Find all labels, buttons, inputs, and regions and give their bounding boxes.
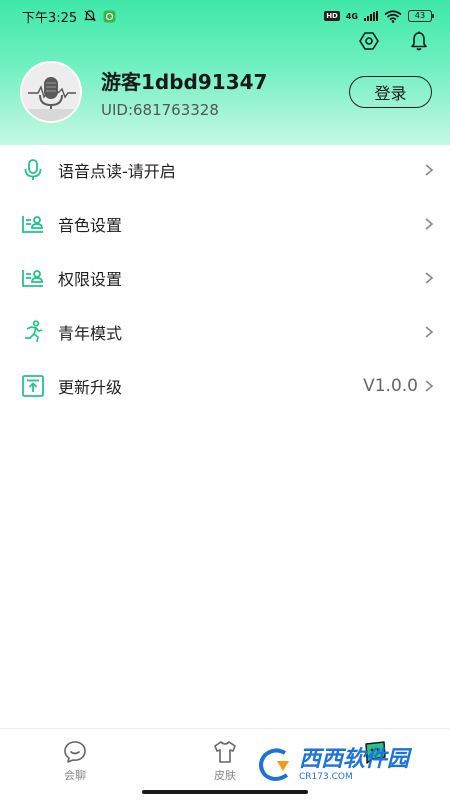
bell-icon [411, 31, 427, 51]
status-right: HD 4G 43 [324, 9, 434, 23]
status-bar: 下午3:25 HD 4G 43 [0, 0, 450, 32]
chat-bubble-icon [64, 741, 86, 763]
running-person-icon [25, 320, 43, 343]
tab-label: 会聊 [64, 769, 86, 782]
microphone-icon [24, 159, 42, 180]
tshirt-icon [214, 741, 236, 763]
menu-item-label: 更新升级 [58, 378, 123, 397]
status-left: 下午3:25 [22, 7, 116, 26]
menu-item-update[interactable]: 更新升级 V1.0.0 [0, 359, 450, 413]
tab-label: 皮肤 [214, 769, 236, 782]
menu-item-label: 语音点读-请开启 [58, 162, 176, 181]
wifi-icon [384, 9, 402, 23]
cell-signal-icon [364, 11, 378, 21]
permission-card-icon [22, 270, 43, 287]
profile-card: 游客1dbd91347 UID:681763328 登录 [20, 61, 432, 123]
avatar[interactable] [20, 61, 82, 123]
avatar-microphone-image [22, 63, 80, 121]
menu-item-permissions[interactable]: 权限设置 [0, 251, 450, 305]
bell-muted-icon [84, 10, 96, 22]
voice-card-icon [22, 216, 43, 233]
chevron-right-icon [425, 326, 434, 338]
notifications-button[interactable] [408, 30, 430, 52]
app-notification-icon [103, 10, 116, 22]
status-time: 下午3:25 [22, 10, 78, 26]
chevron-right-icon [425, 164, 434, 176]
menu-item-label: 权限设置 [58, 270, 123, 289]
watermark-main: 西西软件园 [299, 746, 410, 772]
battery-indicator: 43 [408, 10, 434, 22]
user-id: UID:681763328 [101, 100, 219, 119]
login-button[interactable]: 登录 [349, 76, 432, 108]
chevron-right-icon [425, 272, 434, 284]
watermark-text: 西西软件园 CR173.COM [299, 746, 410, 782]
chevron-right-icon [425, 380, 434, 392]
upload-icon [22, 375, 44, 397]
menu-item-label: 音色设置 [58, 216, 123, 235]
gear-icon [359, 32, 379, 50]
menu-item-label: 青年模式 [58, 324, 123, 343]
watermark-swirl-icon [259, 748, 289, 781]
watermark-logo: 西西软件园 CR173.COM [255, 740, 445, 790]
watermark-sub: CR173.COM [299, 771, 353, 782]
menu-item-voice-timbre[interactable]: 音色设置 [0, 197, 450, 251]
menu-item-voice-reading[interactable]: 语音点读-请开启 [0, 143, 450, 197]
network-type: 4G [345, 11, 358, 21]
username: 游客1dbd91347 [101, 69, 268, 94]
tab-chat[interactable]: 会聊 [0, 729, 150, 800]
chevron-right-icon [425, 218, 434, 230]
user-info: 游客1dbd91347 UID:681763328 [101, 66, 349, 119]
app-version: V1.0.0 [363, 376, 418, 396]
settings-menu: 语音点读-请开启 音色设置 权限设置 青年模式 更新升级 V1.0.0 [0, 143, 450, 413]
home-indicator[interactable] [142, 790, 308, 794]
settings-button[interactable] [358, 30, 380, 52]
hd-badge: HD [324, 11, 340, 21]
menu-item-youth-mode[interactable]: 青年模式 [0, 305, 450, 359]
header-actions [358, 30, 430, 52]
